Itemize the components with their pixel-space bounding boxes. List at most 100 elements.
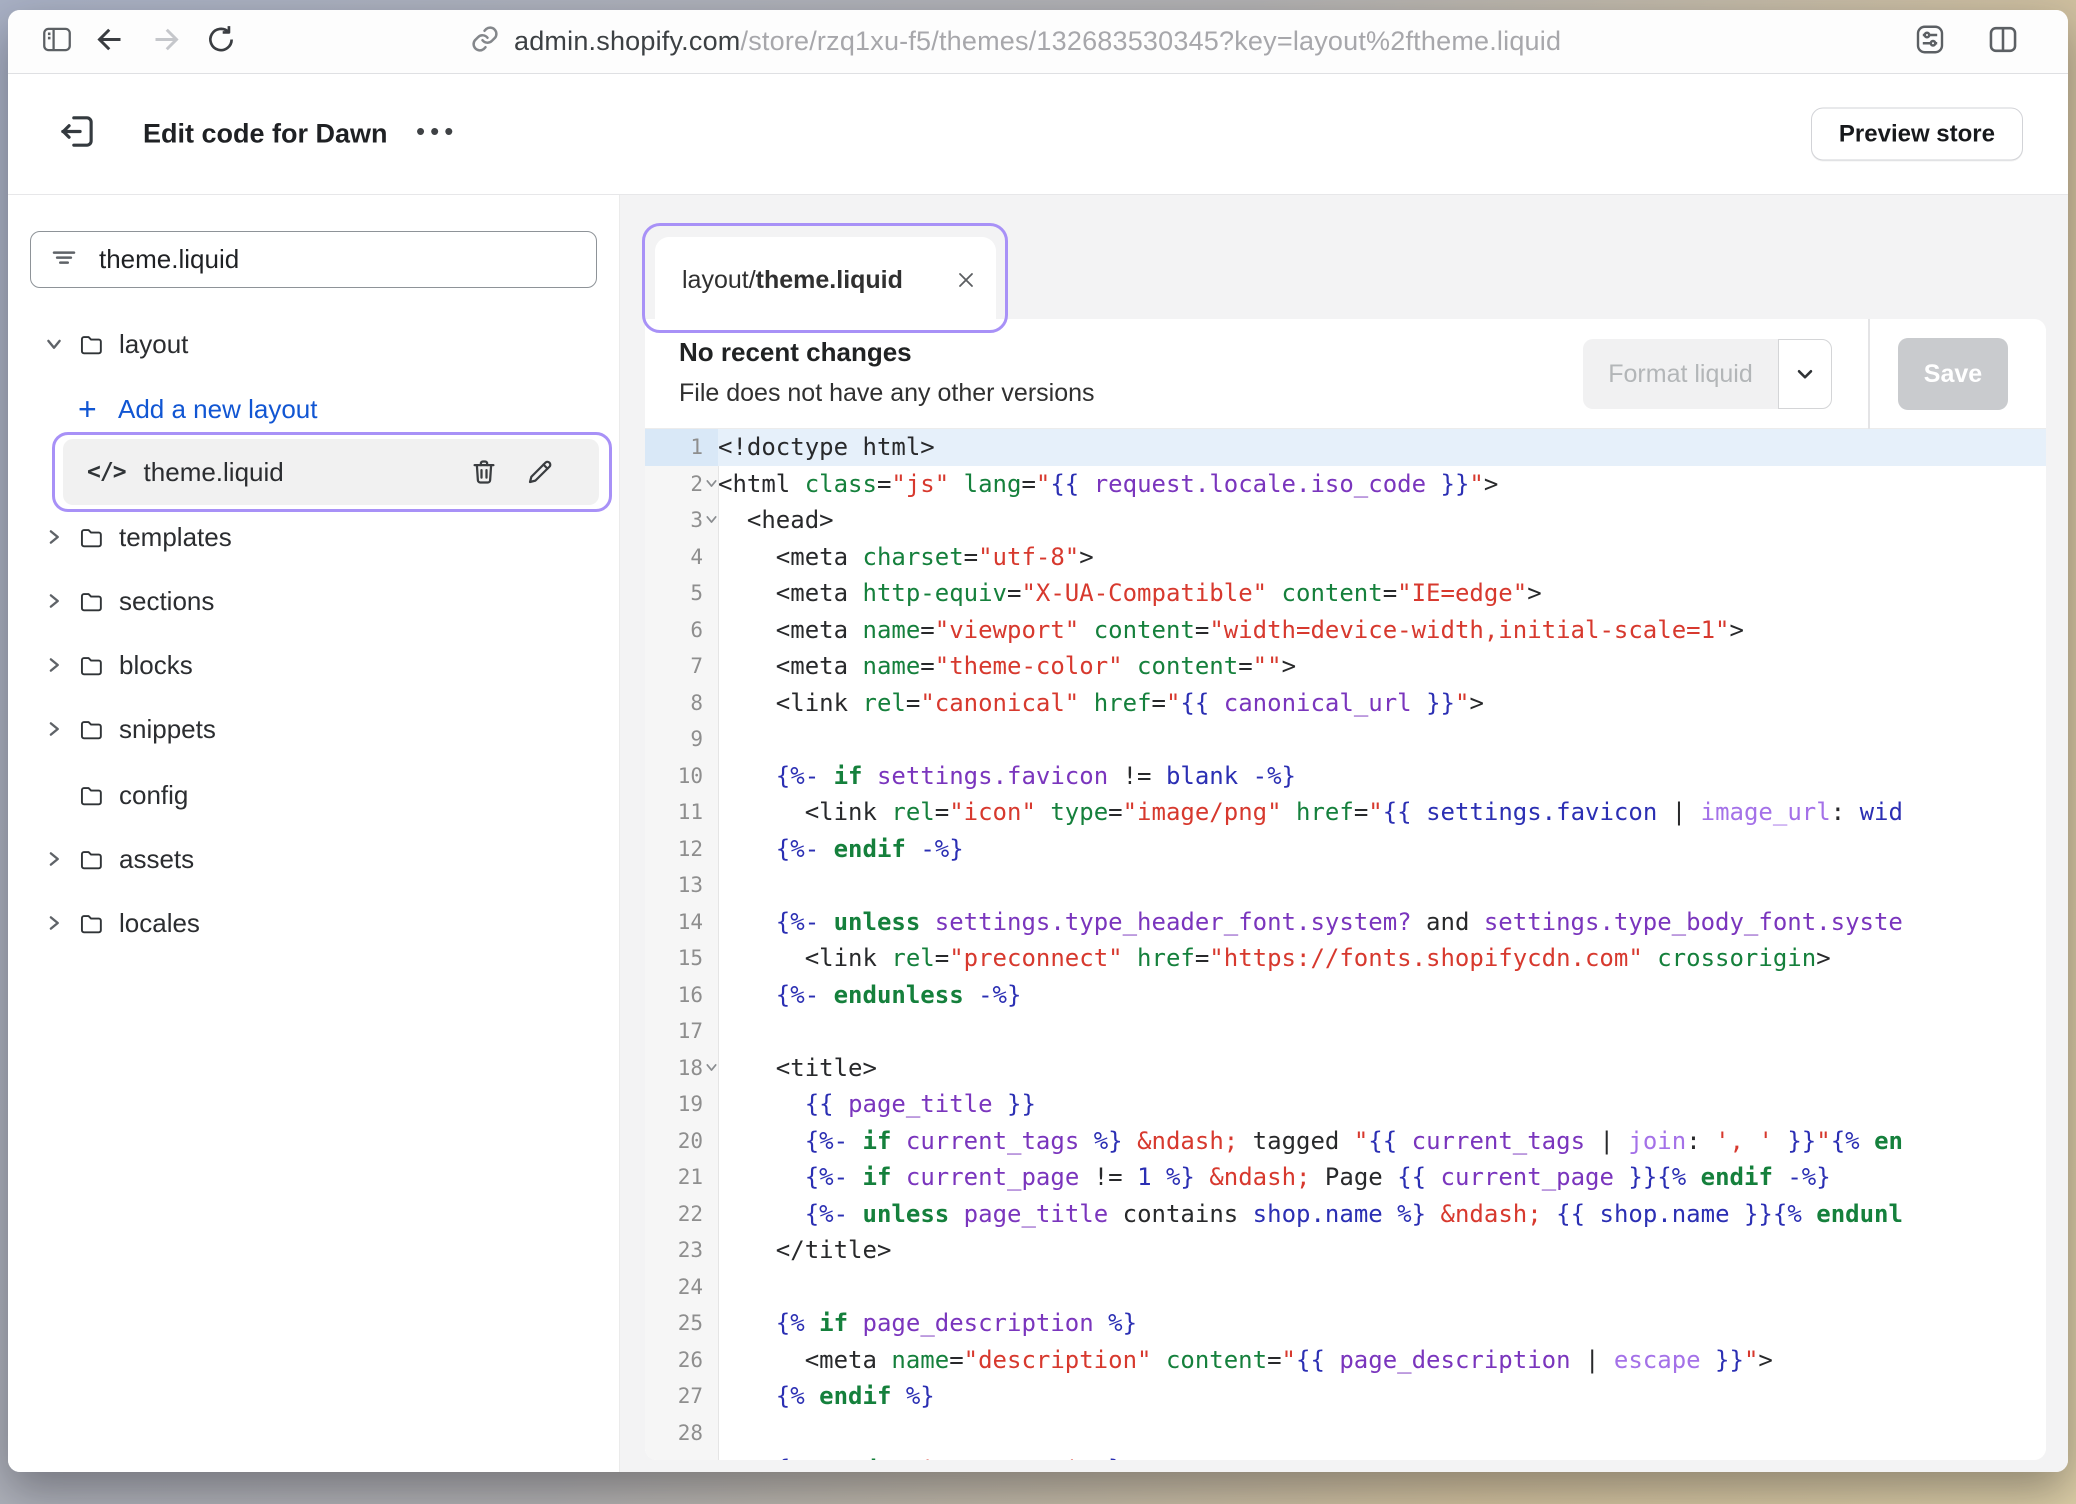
- line-number: 16: [645, 977, 718, 1014]
- main-area: layout +Add a new layout </>theme.liquid te…: [8, 195, 2068, 1472]
- code-line[interactable]: 28: [645, 1415, 2046, 1452]
- fold-icon[interactable]: [704, 1060, 719, 1075]
- code-text: <meta name="theme-color" content="">: [718, 648, 2046, 685]
- page-settings-icon[interactable]: [1912, 21, 1948, 62]
- code-line[interactable]: 21 {%- if current_page != 1 %} &ndash; P…: [645, 1159, 2046, 1196]
- folder-icon: [78, 331, 105, 358]
- browser-window: admin.shopify.com/store/rzq1xu-f5/themes…: [8, 10, 2068, 1472]
- exit-icon[interactable]: [57, 111, 99, 158]
- code-text: {%- endif -%}: [718, 831, 2046, 868]
- reload-icon[interactable]: [204, 22, 238, 61]
- code-text: <link rel="canonical" href="{{ canonical…: [718, 685, 2046, 722]
- sidebar-item-theme-liquid[interactable]: </>theme.liquid: [52, 432, 612, 512]
- code-text: <meta charset="utf-8">: [718, 539, 2046, 576]
- sidebar-item-templates[interactable]: templates: [8, 513, 619, 561]
- code-line[interactable]: 7 <meta name="theme-color" content="">: [645, 648, 2046, 685]
- line-number: 3: [645, 502, 718, 539]
- code-line[interactable]: 2<html class="js" lang="{{ request.local…: [645, 466, 2046, 503]
- code-line[interactable]: 12 {%- endif -%}: [645, 831, 2046, 868]
- status-title: No recent changes: [679, 337, 912, 368]
- code-line[interactable]: 8 <link rel="canonical" href="{{ canonic…: [645, 685, 2046, 722]
- code-line[interactable]: 1<!doctype html>: [645, 429, 2046, 466]
- code-editor[interactable]: 1<!doctype html>2<html class="js" lang="…: [645, 429, 2046, 1460]
- folder-label: assets: [119, 844, 194, 875]
- chevron-down-icon[interactable]: [44, 334, 64, 354]
- code-line[interactable]: 18 <title>: [645, 1050, 2046, 1087]
- code-line[interactable]: 17: [645, 1013, 2046, 1050]
- preview-store-button[interactable]: Preview store: [1811, 108, 2023, 161]
- code-text: [718, 1013, 2046, 1050]
- selected-file-row[interactable]: </>theme.liquid: [63, 439, 599, 505]
- trash-icon[interactable]: [469, 457, 499, 487]
- code-line[interactable]: 25 {% if page_description %}: [645, 1305, 2046, 1342]
- sidebar-item-layout[interactable]: layout: [8, 320, 619, 368]
- code-line[interactable]: 11 <link rel="icon" type="image/png" hre…: [645, 794, 2046, 831]
- url-host: admin.shopify.com: [514, 26, 741, 56]
- back-icon[interactable]: [92, 21, 128, 62]
- code-line[interactable]: 29 {% render 'meta-tags' %}: [645, 1451, 2046, 1460]
- line-number: 10: [645, 758, 718, 795]
- sidebar-item-sections[interactable]: sections: [8, 577, 619, 625]
- code-line[interactable]: 13: [645, 867, 2046, 904]
- fold-icon[interactable]: [704, 512, 719, 527]
- code-line[interactable]: 9: [645, 721, 2046, 758]
- code-line[interactable]: 23 </title>: [645, 1232, 2046, 1269]
- code-line[interactable]: 15 <link rel="preconnect" href="https://…: [645, 940, 2046, 977]
- split-view-icon[interactable]: [1986, 22, 2020, 61]
- line-number: 25: [645, 1305, 718, 1342]
- code-line[interactable]: 27 {% endif %}: [645, 1378, 2046, 1415]
- sidebar-item-config[interactable]: config: [8, 771, 619, 819]
- code-line[interactable]: 4 <meta charset="utf-8">: [645, 539, 2046, 576]
- code-line[interactable]: 10 {%- if settings.favicon != blank -%}: [645, 758, 2046, 795]
- code-line[interactable]: 5 <meta http-equiv="X-UA-Compatible" con…: [645, 575, 2046, 612]
- chevron-right-icon[interactable]: [44, 849, 64, 869]
- add-new-layout-button[interactable]: +Add a new layout: [8, 385, 619, 433]
- code-line[interactable]: 16 {%- endunless -%}: [645, 977, 2046, 1014]
- toolbar-divider: [1868, 319, 1870, 429]
- code-text: {% if page_description %}: [718, 1305, 2046, 1342]
- editor-card: No recent changes File does not have any…: [645, 319, 2046, 1460]
- page-title: Edit code for Dawn: [143, 119, 388, 150]
- save-button[interactable]: Save: [1898, 338, 2008, 410]
- tab-theme-liquid[interactable]: layout/theme.liquid: [655, 237, 996, 323]
- code-line[interactable]: 20 {%- if current_tags %} &ndash; tagged…: [645, 1123, 2046, 1160]
- sidebar-toggle-icon[interactable]: [40, 22, 74, 61]
- sidebar-item-assets[interactable]: assets: [8, 835, 619, 883]
- forward-icon[interactable]: [148, 21, 184, 62]
- file-search[interactable]: [30, 231, 597, 288]
- sidebar-item-blocks[interactable]: blocks: [8, 641, 619, 689]
- close-icon[interactable]: [954, 268, 978, 292]
- chevron-right-icon[interactable]: [44, 591, 64, 611]
- chevron-down-icon: [1792, 361, 1818, 387]
- sidebar-item-locales[interactable]: locales: [8, 899, 619, 947]
- sidebar-item-snippets[interactable]: snippets: [8, 705, 619, 753]
- line-number: 19: [645, 1086, 718, 1123]
- format-liquid-label[interactable]: Format liquid: [1583, 339, 1778, 409]
- code-line[interactable]: 14 {%- unless settings.type_header_font.…: [645, 904, 2046, 941]
- folder-label: config: [119, 780, 188, 811]
- fold-icon[interactable]: [704, 476, 719, 491]
- code-file-icon: </>: [87, 459, 126, 485]
- format-dropdown[interactable]: [1778, 339, 1832, 409]
- code-line[interactable]: 19 {{ page_title }}: [645, 1086, 2046, 1123]
- chevron-right-icon[interactable]: [44, 527, 64, 547]
- code-text: <meta name="viewport" content="width=dev…: [718, 612, 2046, 649]
- sidebar: layout +Add a new layout </>theme.liquid te…: [8, 195, 620, 1472]
- code-text: {%- if settings.favicon != blank -%}: [718, 758, 2046, 795]
- code-line[interactable]: 24: [645, 1269, 2046, 1306]
- more-menu-icon[interactable]: •••: [416, 116, 458, 147]
- code-line[interactable]: 22 {%- unless page_title contains shop.n…: [645, 1196, 2046, 1233]
- code-line[interactable]: 6 <meta name="viewport" content="width=d…: [645, 612, 2046, 649]
- folder-label: blocks: [119, 650, 193, 681]
- folder-label: sections: [119, 586, 214, 617]
- edit-icon[interactable]: [525, 457, 555, 487]
- chevron-right-icon[interactable]: [44, 719, 64, 739]
- chevron-right-icon[interactable]: [44, 655, 64, 675]
- format-liquid-button[interactable]: Format liquid: [1583, 339, 1832, 409]
- code-line[interactable]: 3 <head>: [645, 502, 2046, 539]
- chevron-right-icon[interactable]: [44, 913, 64, 933]
- search-input[interactable]: [99, 244, 596, 275]
- line-number: 2: [645, 466, 718, 503]
- url-bar[interactable]: admin.shopify.com/store/rzq1xu-f5/themes…: [470, 10, 1561, 73]
- code-line[interactable]: 26 <meta name="description" content="{{ …: [645, 1342, 2046, 1379]
